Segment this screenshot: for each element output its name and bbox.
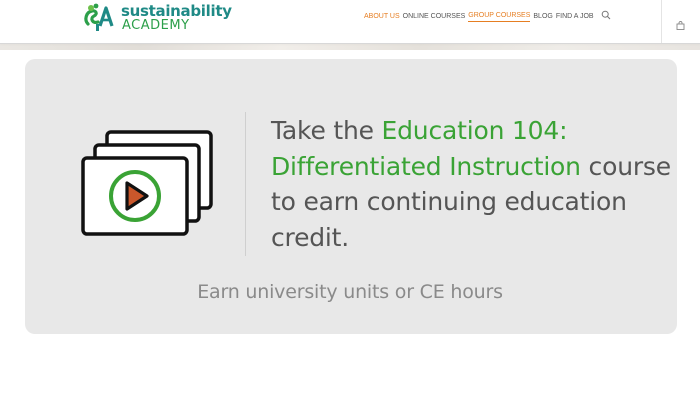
site-header: sustainability ACADEMY ABOUT US ONLINE C… [0,0,700,44]
site-logo[interactable]: sustainability ACADEMY [82,2,232,32]
logo-wordmark-bottom: ACADEMY [122,18,190,33]
main-nav: ABOUT US ONLINE COURSES GROUP COURSES BL… [364,11,594,22]
nav-group-courses[interactable]: GROUP COURSES [468,11,531,22]
logo-wordmark-top: sustainability [121,2,232,20]
headline-prefix: Take the [271,116,382,145]
search-icon[interactable] [601,10,611,20]
header-divider [661,0,662,43]
nav-about-us[interactable]: ABOUT US [364,12,400,22]
video-stack-icon [81,130,213,236]
tree-logo-icon [84,3,114,31]
cart-icon[interactable] [676,21,685,30]
promo-headline: Take the Education 104: Differentiated I… [271,113,671,255]
nav-online-courses[interactable]: ONLINE COURSES [403,12,466,22]
promo-divider [245,112,246,256]
nav-find-a-job[interactable]: FIND A JOB [556,12,594,22]
hero-image-strip [0,44,700,50]
nav-blog[interactable]: BLOG [533,12,552,22]
promo-subtext: Earn university units or CE hours [197,281,503,303]
